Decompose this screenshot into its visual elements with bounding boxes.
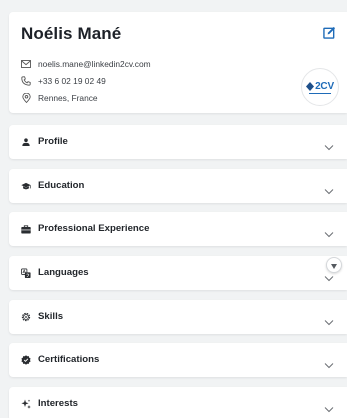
chevron-down-icon[interactable] [324,313,334,326]
badge-check-icon [21,355,31,365]
section-label: Profile [38,136,68,147]
logo-text: 2CV [315,80,334,92]
section-label: Interests [38,398,78,409]
section-interests[interactable]: Interests [9,387,347,418]
section-label: Certifications [38,354,100,365]
profile-header-card: Noélis Mané noelis.mane@linkedin2cv.com … [9,12,347,113]
chevron-down-icon[interactable] [324,182,334,195]
section-skills[interactable]: Skills [9,300,347,334]
section-label: Professional Experience [38,223,150,234]
graduation-cap-icon [21,181,31,191]
triangle-down-icon [331,256,337,274]
sparkle-icon [21,399,31,409]
section-profile[interactable]: Profile [9,125,347,159]
person-icon [21,137,31,147]
gear-icon [21,312,31,322]
scroll-down-button[interactable] [326,257,342,273]
contact-email: noelis.mane@linkedin2cv.com [21,59,151,69]
briefcase-icon [21,224,31,234]
contact-phone: +33 6 02 19 02 49 [21,76,106,86]
linkedin2cv-logo: 2CV [301,68,339,106]
chevron-down-icon[interactable] [324,356,334,369]
chevron-down-icon[interactable] [324,225,334,238]
section-education[interactable]: Education [9,169,347,203]
edit-icon [322,26,336,44]
section-label: Education [38,180,85,191]
section-label: Skills [38,311,64,322]
mail-icon [21,59,31,69]
translate-icon [21,268,31,278]
phone-text: +33 6 02 19 02 49 [38,76,106,86]
section-professional-experience[interactable]: Professional Experience [9,212,347,246]
edit-button[interactable] [319,25,339,45]
location-pin-icon [21,93,31,103]
email-text: noelis.mane@linkedin2cv.com [38,59,151,69]
section-label: Languages [38,267,89,278]
phone-icon [21,76,31,86]
profile-name: Noélis Mané [21,24,122,43]
chevron-down-icon[interactable] [324,138,334,151]
contact-location: Rennes, France [21,93,98,103]
location-text: Rennes, France [38,93,98,103]
chevron-down-icon[interactable] [324,400,334,413]
section-certifications[interactable]: Certifications [9,343,347,377]
section-languages[interactable]: Languages [9,256,347,290]
